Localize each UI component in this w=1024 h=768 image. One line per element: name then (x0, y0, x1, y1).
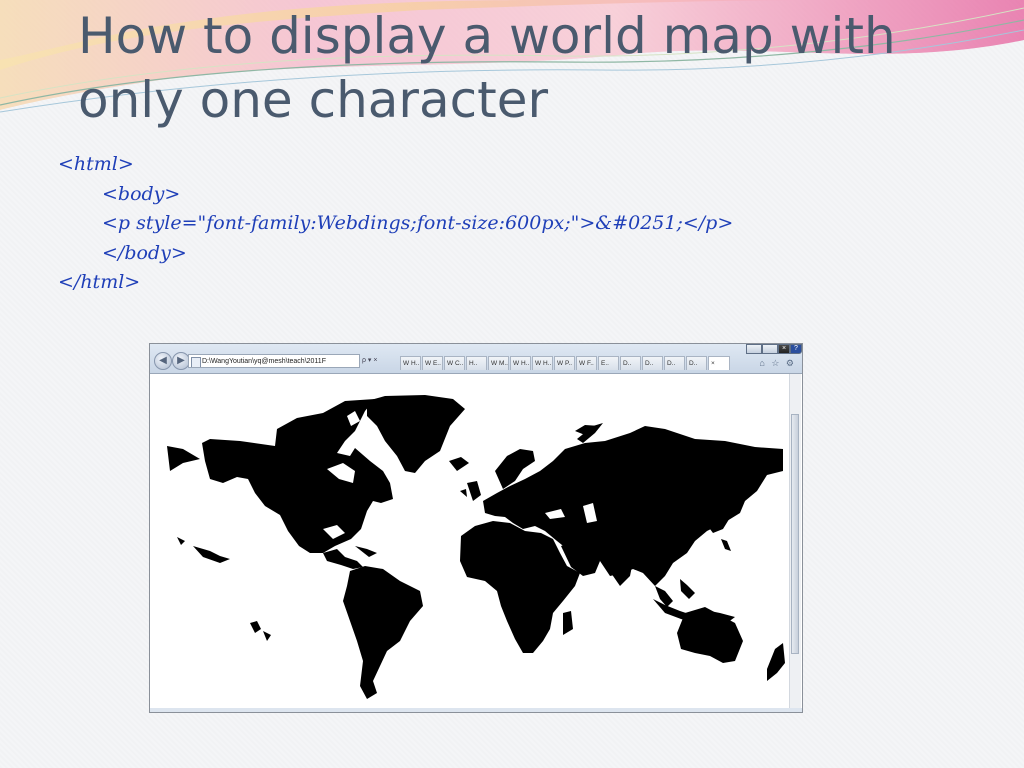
maximize-button[interactable] (762, 344, 778, 354)
page-favicon-icon (191, 357, 201, 367)
browser-tab[interactable]: H.. (466, 356, 487, 370)
map-region-madagascar (563, 611, 573, 635)
browser-tab[interactable]: W E.. (422, 356, 443, 370)
map-region-pacific-islands (250, 621, 271, 641)
browser-tab[interactable]: E.. (598, 356, 619, 370)
browser-tab[interactable]: W M.. (488, 356, 509, 370)
help-button[interactable]: ? (790, 344, 802, 354)
code-line: </body> (102, 241, 187, 264)
map-region-new-zealand (767, 643, 785, 681)
page-viewport (154, 374, 786, 708)
slide-title-line-2: only one character (78, 71, 549, 129)
window-controls: × ? (746, 344, 802, 354)
browser-tab[interactable]: W H.. (510, 356, 531, 370)
code-snippet: <html> <body> <p style="font-family:Webd… (58, 150, 733, 298)
close-button[interactable]: × (778, 344, 790, 354)
tab-strip: W H.. W E.. W C.. H.. W M.. W H.. W H.. … (372, 356, 731, 370)
browser-tab[interactable]: D.. (686, 356, 707, 370)
browser-screenshot: ◀ ▶ D:\WangYoutian\yq@mesh\teach\2011F ρ… (149, 343, 803, 713)
minimize-button[interactable] (746, 344, 762, 354)
map-region-iceland (449, 457, 469, 471)
map-region-alaska (167, 446, 200, 471)
map-region-north-america (202, 399, 393, 553)
browser-toolbar-icons[interactable]: ⌂ ☆ ⚙ (759, 358, 796, 369)
browser-tab[interactable]: W P.. (554, 356, 575, 370)
map-region-philippines (680, 579, 695, 599)
browser-tab[interactable]: W H.. (532, 356, 553, 370)
browser-toolbar: ◀ ▶ D:\WangYoutian\yq@mesh\teach\2011F ρ… (150, 344, 802, 374)
code-line: <body> (102, 182, 181, 205)
address-text: D:\WangYoutian\yq@mesh\teach\2011F (202, 358, 326, 365)
browser-tab[interactable]: D.. (642, 356, 663, 370)
map-region-hawaii (177, 537, 230, 563)
browser-tab[interactable]: W H.. (400, 356, 421, 370)
scrollbar-thumb[interactable] (791, 414, 799, 654)
code-line: <p style="font-family:Webdings;font-size… (102, 212, 734, 234)
vertical-scrollbar[interactable] (789, 374, 801, 708)
address-bar[interactable]: D:\WangYoutian\yq@mesh\teach\2011F (188, 354, 360, 368)
world-map-glyph (167, 395, 785, 699)
browser-tab[interactable]: W F.. (576, 356, 597, 370)
map-region-south-america (343, 566, 423, 699)
map-region-australia (677, 607, 743, 663)
back-button[interactable]: ◀ (154, 352, 172, 370)
browser-tab[interactable]: D.. (664, 356, 685, 370)
browser-tab[interactable]: D.. (620, 356, 641, 370)
browser-tab-active[interactable]: × (708, 356, 730, 370)
code-line: </html> (58, 271, 141, 293)
browser-bottom-border (150, 708, 802, 712)
map-region-british-isles (460, 481, 481, 501)
slide-title-line-1: How to display a world map with (78, 7, 896, 65)
map-region-central-america (323, 549, 363, 569)
map-region-caribbean (355, 546, 377, 557)
code-line: <html> (58, 153, 134, 175)
browser-tab[interactable]: W C.. (444, 356, 465, 370)
slide-title: How to display a world map with only one… (78, 4, 978, 132)
